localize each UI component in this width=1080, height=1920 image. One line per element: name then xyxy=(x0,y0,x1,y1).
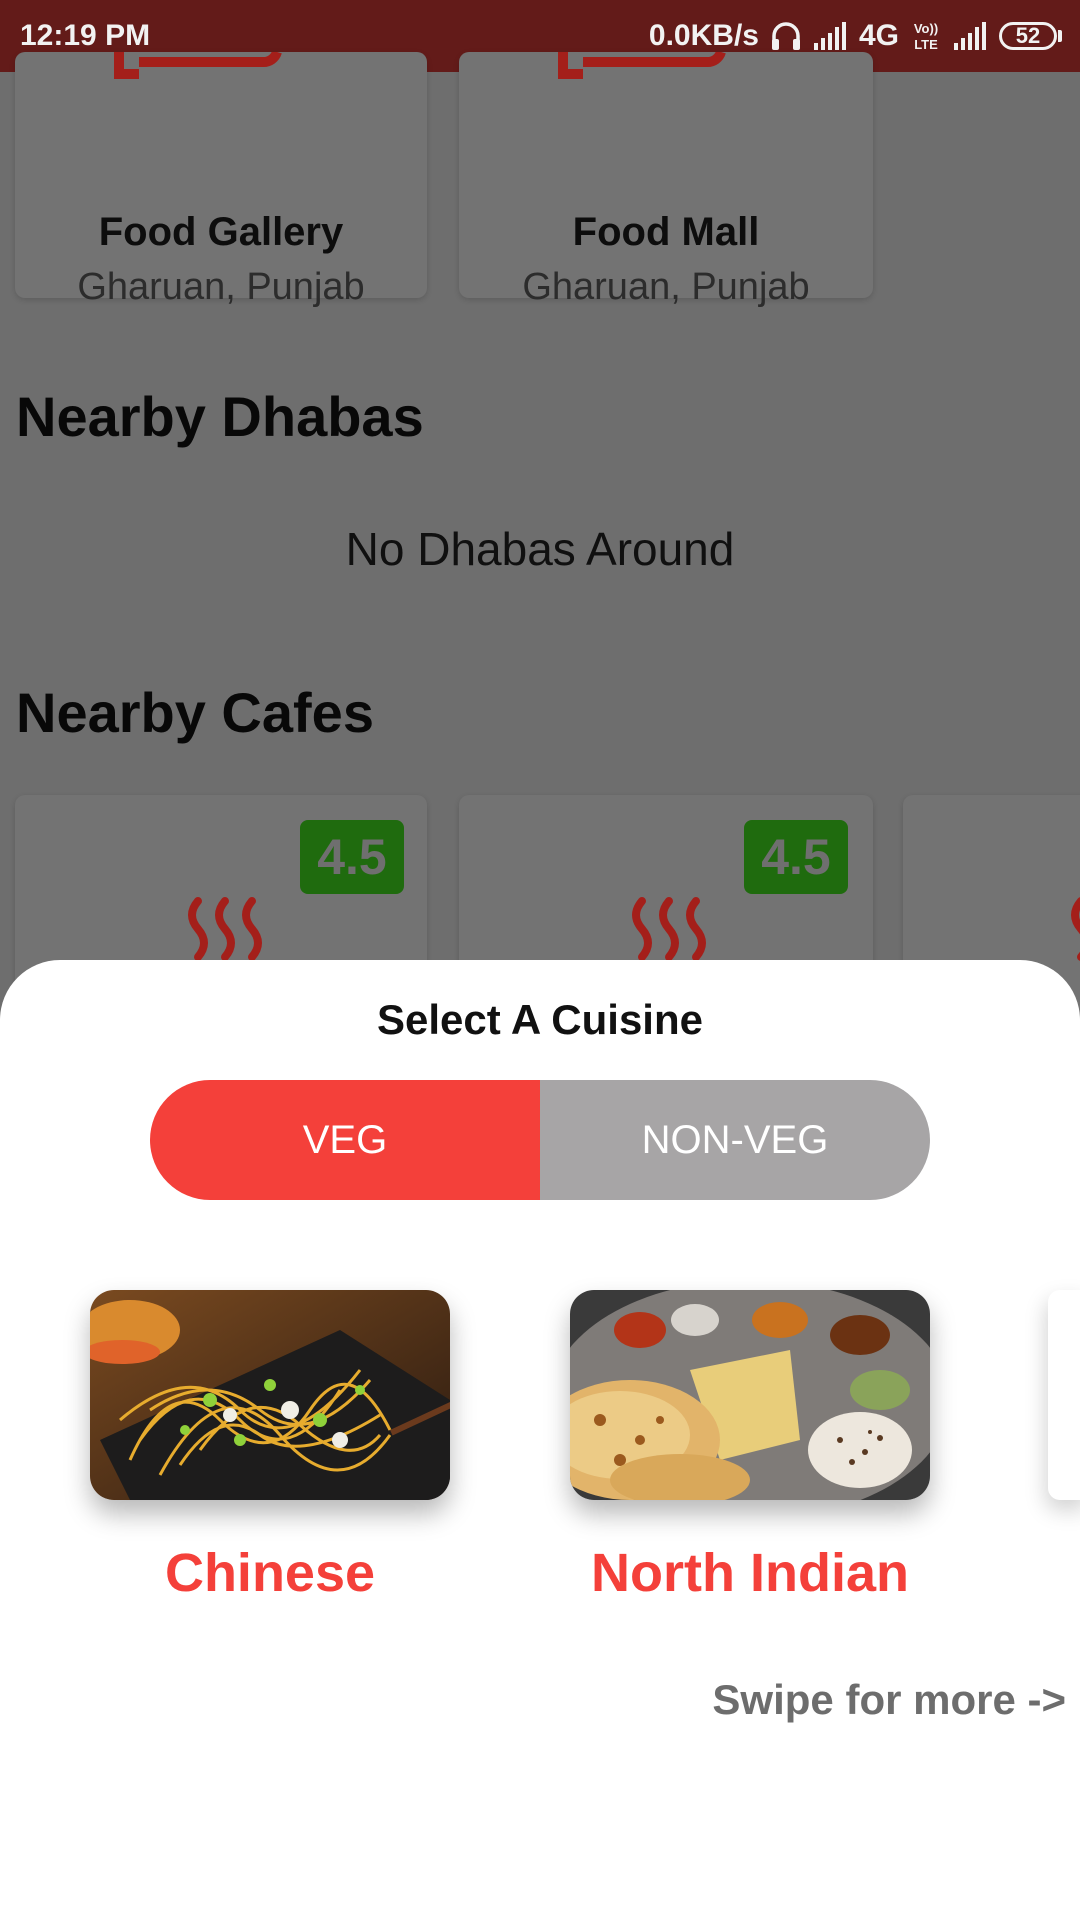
sheet-title: Select A Cuisine xyxy=(377,996,703,1043)
signal-icon xyxy=(813,21,849,51)
restaurant-card[interactable]: Food Gallery Gharuan, Punjab xyxy=(15,52,427,308)
empty-dhabas-text: No Dhabas Around xyxy=(345,523,735,575)
restaurant-name: Food Mall xyxy=(572,210,760,254)
volte-icon: Vo)) LTE xyxy=(909,20,943,52)
svg-text:Vo)): Vo)) xyxy=(914,21,938,36)
cuisine-card-north-indian[interactable] xyxy=(570,1290,930,1500)
veg-toggle-button[interactable]: VEG xyxy=(150,1080,540,1200)
cuisine-label-chinese[interactable]: Chinese xyxy=(90,1542,450,1604)
restaurant-card[interactable]: Food Mall Gharuan, Punjab xyxy=(459,52,873,308)
restaurant-location: Gharuan, Punjab xyxy=(77,266,365,308)
battery-level: 52 xyxy=(999,22,1057,50)
steam-icon xyxy=(632,897,706,961)
cuisine-bottom-sheet: Select A Cuisine VEG NON-VEG Chinese Nor… xyxy=(0,960,1080,1920)
restaurant-logo-icon xyxy=(558,52,726,79)
cuisine-card-chinese[interactable] xyxy=(90,1290,450,1500)
signal-icon-2 xyxy=(953,21,989,51)
cuisine-card-next[interactable] xyxy=(1048,1290,1080,1500)
swipe-hint: Swipe for more -> xyxy=(712,1676,1066,1723)
section-title-cafes: Nearby Cafes xyxy=(16,681,374,744)
thali-image xyxy=(570,1290,930,1500)
status-time: 12:19 PM xyxy=(20,19,151,52)
steam-icon xyxy=(188,897,262,961)
headphones-icon xyxy=(769,19,803,53)
steam-icon xyxy=(1071,897,1080,961)
screen: 12:19 PM 0.0KB/s 4G Vo)) LTE 52 Food Gal… xyxy=(0,0,1080,1920)
noodles-image xyxy=(90,1290,450,1500)
section-title-dhabas: Nearby Dhabas xyxy=(16,385,424,448)
nonveg-toggle-button[interactable]: NON-VEG xyxy=(540,1080,930,1200)
restaurant-name: Food Gallery xyxy=(98,210,344,254)
network-type: 4G xyxy=(858,19,899,52)
svg-text:LTE: LTE xyxy=(914,37,938,52)
rating-badge: 4.5 xyxy=(744,820,848,894)
restaurant-logo-icon xyxy=(114,52,282,79)
veg-nonveg-toggle: VEG NON-VEG xyxy=(150,1080,930,1200)
battery-icon: 52 xyxy=(999,22,1062,50)
status-icons: 0.0KB/s 4G Vo)) LTE 52 xyxy=(649,19,1062,53)
rating-badge: 4.5 xyxy=(300,820,404,894)
net-speed: 0.0KB/s xyxy=(648,19,759,52)
cuisine-label-north-indian[interactable]: North Indian xyxy=(570,1542,930,1604)
restaurant-location: Gharuan, Punjab xyxy=(522,266,810,308)
